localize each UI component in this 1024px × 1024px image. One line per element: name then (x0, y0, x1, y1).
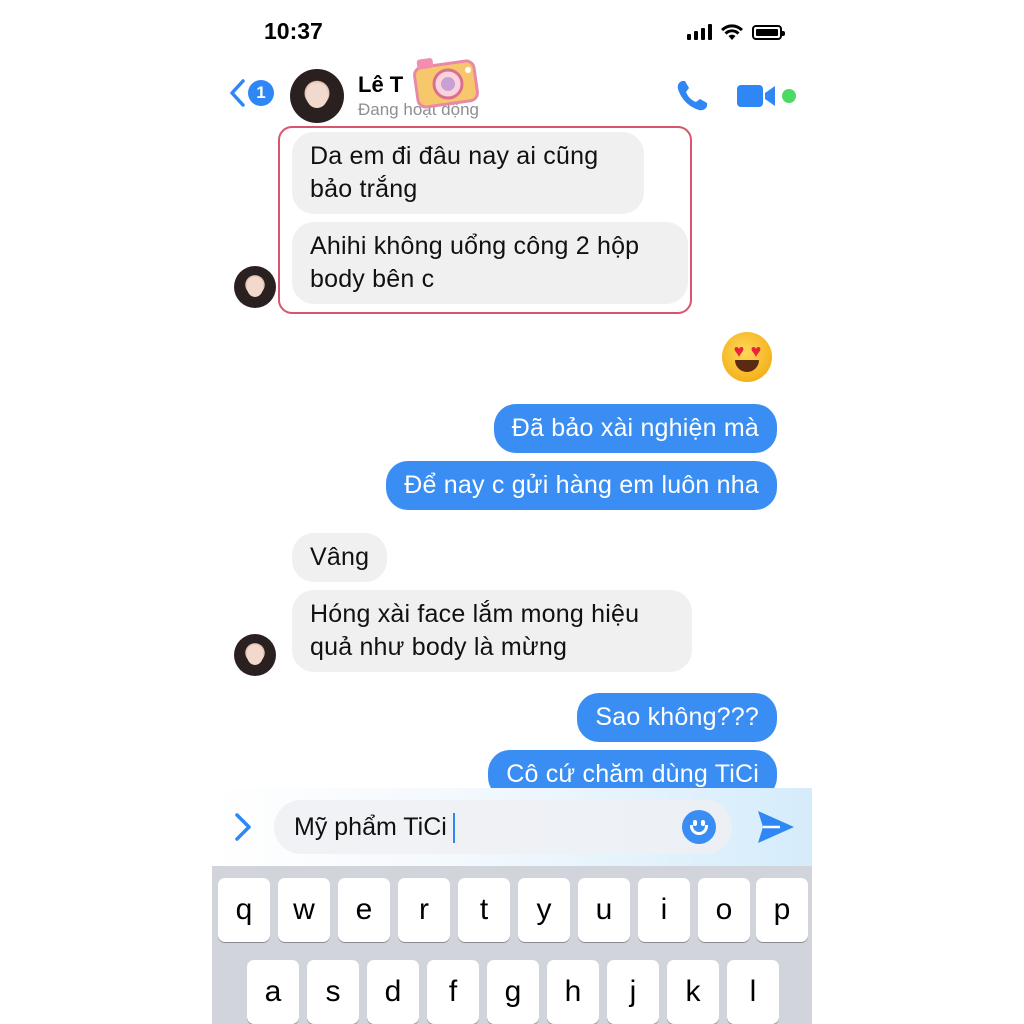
outgoing-message[interactable]: Để nay c gửi hàng em luôn nha (386, 461, 777, 510)
key-t[interactable]: t (458, 878, 510, 942)
highlight-frame (278, 126, 692, 314)
key-k[interactable]: k (667, 960, 719, 1024)
key-g[interactable]: g (487, 960, 539, 1024)
key-q[interactable]: q (218, 878, 270, 942)
phone-call-icon[interactable] (674, 78, 710, 114)
sender-avatar[interactable] (234, 266, 276, 308)
back-button[interactable]: 1 (228, 78, 274, 108)
key-f[interactable]: f (427, 960, 479, 1024)
video-call-icon[interactable] (736, 82, 776, 110)
key-y[interactable]: y (518, 878, 570, 942)
cellular-signal-icon (687, 24, 712, 40)
outgoing-message[interactable]: Đã bảo xài nghiện mà (493, 404, 777, 453)
keyboard: q w e r t y u i o p a s d f g h j k l (212, 866, 812, 1024)
emoji-picker-icon[interactable] (682, 810, 716, 844)
message-composer: Mỹ phẩm TiCi (212, 788, 812, 866)
key-d[interactable]: d (367, 960, 419, 1024)
key-s[interactable]: s (307, 960, 359, 1024)
key-l[interactable]: l (727, 960, 779, 1024)
contact-name[interactable]: Lê T (358, 72, 403, 98)
chevron-right-icon[interactable] (230, 810, 256, 844)
contact-avatar[interactable] (290, 69, 344, 123)
messenger-screen: 10:37 1 Lê T Đang hoạt động Da em đi đâu… (212, 0, 812, 1024)
camera-sticker-icon (413, 58, 479, 109)
outgoing-message[interactable]: Sao không??? (577, 693, 777, 742)
key-p[interactable]: p (756, 878, 808, 942)
sender-avatar[interactable] (234, 634, 276, 676)
key-w[interactable]: w (278, 878, 330, 942)
key-e[interactable]: e (338, 878, 390, 942)
heart-eyes-emoji[interactable]: ♥ ♥ (722, 332, 772, 382)
unread-badge: 1 (248, 80, 274, 106)
key-j[interactable]: j (607, 960, 659, 1024)
incoming-message[interactable]: Hóng xài face lắm mong hiệu quả như body… (292, 590, 692, 672)
message-input-text: Mỹ phẩm TiCi (294, 813, 447, 841)
key-h[interactable]: h (547, 960, 599, 1024)
status-icons (687, 22, 785, 42)
send-icon[interactable] (756, 808, 796, 846)
battery-icon (752, 24, 785, 40)
status-time: 10:37 (264, 18, 323, 44)
chevron-left-icon (230, 79, 245, 107)
message-input[interactable]: Mỹ phẩm TiCi (274, 800, 732, 854)
online-indicator (782, 89, 796, 103)
wifi-icon (721, 24, 743, 40)
text-caret (452, 813, 455, 844)
incoming-message[interactable]: Vâng (292, 533, 388, 582)
key-a[interactable]: a (247, 960, 299, 1024)
key-i[interactable]: i (638, 878, 690, 942)
key-u[interactable]: u (578, 878, 630, 942)
key-o[interactable]: o (698, 878, 750, 942)
key-r[interactable]: r (398, 878, 450, 942)
